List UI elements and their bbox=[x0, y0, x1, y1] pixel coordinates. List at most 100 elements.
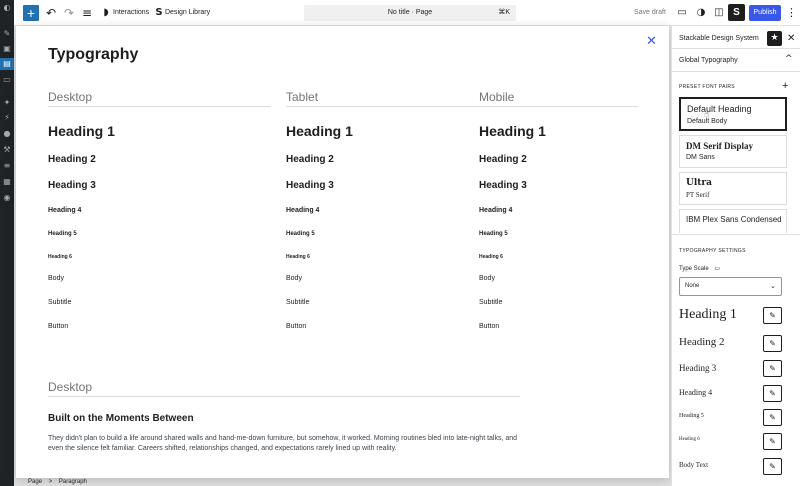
type-sample-heading-5: Heading 5 bbox=[48, 231, 77, 237]
close-icon[interactable]: ✕ bbox=[787, 31, 795, 46]
breadcrumb: Page > Paragraph bbox=[28, 479, 87, 485]
breadcrumb-item-paragraph[interactable]: Paragraph bbox=[59, 479, 87, 485]
admin-sidebar: ◐ ✎ ▣ ▤ ▭ ✦ ⚡ ● ⚒ ≡ ▦ ◉ bbox=[0, 0, 14, 486]
comments-icon[interactable]: ▭ bbox=[3, 76, 11, 84]
type-sample-heading-1: Heading 1 bbox=[286, 123, 353, 139]
typography-modal: Typography ✕ Desktop Tablet Mobile Headi… bbox=[16, 26, 669, 478]
stackable-button[interactable]: S bbox=[728, 4, 745, 21]
type-sample-subtitle: Subtitle bbox=[479, 299, 503, 306]
interactions-button[interactable]: Interactions bbox=[113, 5, 149, 21]
font-pair-ultra[interactable]: Ultra PT Serif bbox=[679, 172, 787, 205]
type-sample-heading-1: Heading 1 bbox=[48, 123, 115, 139]
command-shortcut: ⌘K bbox=[498, 9, 510, 16]
type-scale-value: None bbox=[685, 283, 700, 289]
breadcrumb-separator: > bbox=[48, 479, 53, 485]
edit-icon[interactable]: ✎ bbox=[763, 458, 782, 475]
font-pair-body: DM Sans bbox=[686, 154, 715, 161]
more-options-icon[interactable]: ⋮ bbox=[786, 5, 797, 21]
panel-title: Stackable Design System bbox=[679, 35, 759, 42]
list-view-icon[interactable]: ≡ bbox=[80, 5, 94, 21]
type-sample-heading-3: Heading 3 bbox=[286, 180, 334, 191]
edit-icon[interactable]: ✎ bbox=[763, 433, 782, 450]
star-icon[interactable]: ★ bbox=[767, 31, 782, 46]
type-sample-heading-2: Heading 2 bbox=[286, 154, 334, 165]
type-scale-select[interactable]: None ⌄ bbox=[679, 277, 782, 296]
font-pair-heading: DM Serif Display bbox=[686, 141, 753, 151]
type-sample-heading-3: Heading 3 bbox=[48, 180, 96, 191]
design-system-panel: Stackable Design System ★ ✕ Global Typog… bbox=[671, 26, 800, 486]
font-pair-body: PT Serif bbox=[686, 191, 710, 199]
typography-row-heading-1: Heading 1 bbox=[679, 307, 737, 322]
font-pair-heading: IBM Plex Sans Condensed bbox=[686, 215, 782, 224]
add-block-button[interactable]: + bbox=[23, 5, 39, 21]
stackable-icon[interactable]: ▦ bbox=[3, 178, 11, 186]
typography-row-heading-2: Heading 2 bbox=[679, 336, 725, 348]
publish-button[interactable]: Publish bbox=[749, 5, 781, 21]
section-title-global-typography[interactable]: Global Typography bbox=[679, 57, 738, 64]
preset-font-pairs-label: PRESET FONT PAIRS bbox=[679, 84, 735, 90]
interactions-icon[interactable]: ◗ bbox=[100, 5, 112, 21]
typography-settings-label: TYPOGRAPHY SETTINGS bbox=[679, 248, 746, 254]
pages-icon[interactable]: ▤ bbox=[0, 58, 14, 70]
edit-icon[interactable]: ✎ bbox=[763, 360, 782, 377]
design-library-icon[interactable]: S bbox=[153, 5, 165, 21]
font-pair-default[interactable]: Default Heading Default Body bbox=[679, 97, 787, 131]
font-pair-ibm-plex[interactable]: IBM Plex Sans Condensed bbox=[679, 209, 787, 233]
divider bbox=[286, 106, 479, 107]
font-pair-dm-serif[interactable]: DM Serif Display DM Sans bbox=[679, 135, 787, 168]
edit-icon[interactable]: ✎ bbox=[763, 385, 782, 402]
document-bar[interactable]: No title · Page ⌘K bbox=[304, 5, 516, 21]
typography-row-heading-6: Heading 6 bbox=[679, 437, 700, 442]
font-pair-heading: Default Heading bbox=[687, 104, 752, 114]
edit-icon[interactable]: ✎ bbox=[763, 409, 782, 426]
add-icon[interactable]: + bbox=[782, 80, 788, 92]
type-sample-heading-4: Heading 4 bbox=[479, 207, 513, 214]
view-mode-icon[interactable]: ◑ bbox=[694, 5, 708, 21]
typography-row-body-text: Body Text bbox=[679, 461, 709, 469]
type-sample-heading-2: Heading 2 bbox=[479, 154, 527, 165]
type-sample-subtitle: Subtitle bbox=[48, 299, 72, 306]
column-header-desktop: Desktop bbox=[48, 90, 93, 104]
save-draft-button[interactable]: Save draft bbox=[634, 5, 666, 21]
type-sample-heading-4: Heading 4 bbox=[48, 207, 82, 214]
breadcrumb-item-page[interactable]: Page bbox=[28, 479, 42, 485]
settings-sidebar-icon[interactable]: ◫ bbox=[712, 5, 726, 21]
column-header-mobile: Mobile bbox=[479, 90, 515, 104]
posts-icon[interactable]: ✎ bbox=[3, 30, 11, 38]
desktop-icon[interactable]: ▭ bbox=[714, 265, 720, 272]
pointer-cursor-icon: ☝ bbox=[704, 110, 710, 120]
appearance-icon[interactable]: ✦ bbox=[3, 99, 11, 107]
tools-icon[interactable]: ⚒ bbox=[3, 146, 11, 154]
type-sample-button: Button bbox=[286, 323, 307, 330]
type-sample-heading-4: Heading 4 bbox=[286, 207, 320, 214]
type-sample-heading-5: Heading 5 bbox=[479, 231, 508, 237]
dashboard-icon[interactable]: ◐ bbox=[3, 4, 11, 12]
users-icon[interactable]: ● bbox=[3, 130, 11, 138]
media-icon[interactable]: ▣ bbox=[3, 45, 11, 53]
divider bbox=[672, 234, 800, 235]
divider bbox=[672, 48, 800, 49]
plugins-icon[interactable]: ⚡ bbox=[3, 114, 11, 122]
collapse-icon[interactable]: ◉ bbox=[3, 194, 11, 202]
modal-title: Typography bbox=[48, 46, 139, 63]
document-title: No title · Page bbox=[387, 9, 433, 16]
editor-toolbar: + ↶ ↷ ≡ ◗ Interactions S Design Library … bbox=[14, 0, 800, 26]
preview-header: Desktop bbox=[48, 380, 93, 394]
type-sample-heading-6: Heading 6 bbox=[286, 254, 310, 260]
preview-paragraph: They didn't plan to build a life around … bbox=[48, 435, 518, 452]
close-icon[interactable]: ✕ bbox=[646, 34, 657, 49]
type-sample-heading-6: Heading 6 bbox=[479, 254, 503, 260]
type-sample-body: Body bbox=[48, 275, 64, 282]
chevron-up-icon[interactable]: ^ bbox=[785, 54, 793, 64]
type-sample-button: Button bbox=[48, 323, 69, 330]
settings-icon[interactable]: ≡ bbox=[3, 162, 11, 170]
divider bbox=[672, 71, 800, 72]
edit-icon[interactable]: ✎ bbox=[763, 335, 782, 352]
undo-icon[interactable]: ↶ bbox=[44, 5, 58, 21]
redo-icon[interactable]: ↷ bbox=[62, 5, 76, 21]
edit-icon[interactable]: ✎ bbox=[763, 307, 782, 324]
preview-icon[interactable]: ▭ bbox=[675, 5, 689, 21]
design-library-button[interactable]: Design Library bbox=[165, 5, 210, 21]
type-sample-heading-5: Heading 5 bbox=[286, 231, 315, 237]
column-header-tablet: Tablet bbox=[286, 90, 319, 104]
